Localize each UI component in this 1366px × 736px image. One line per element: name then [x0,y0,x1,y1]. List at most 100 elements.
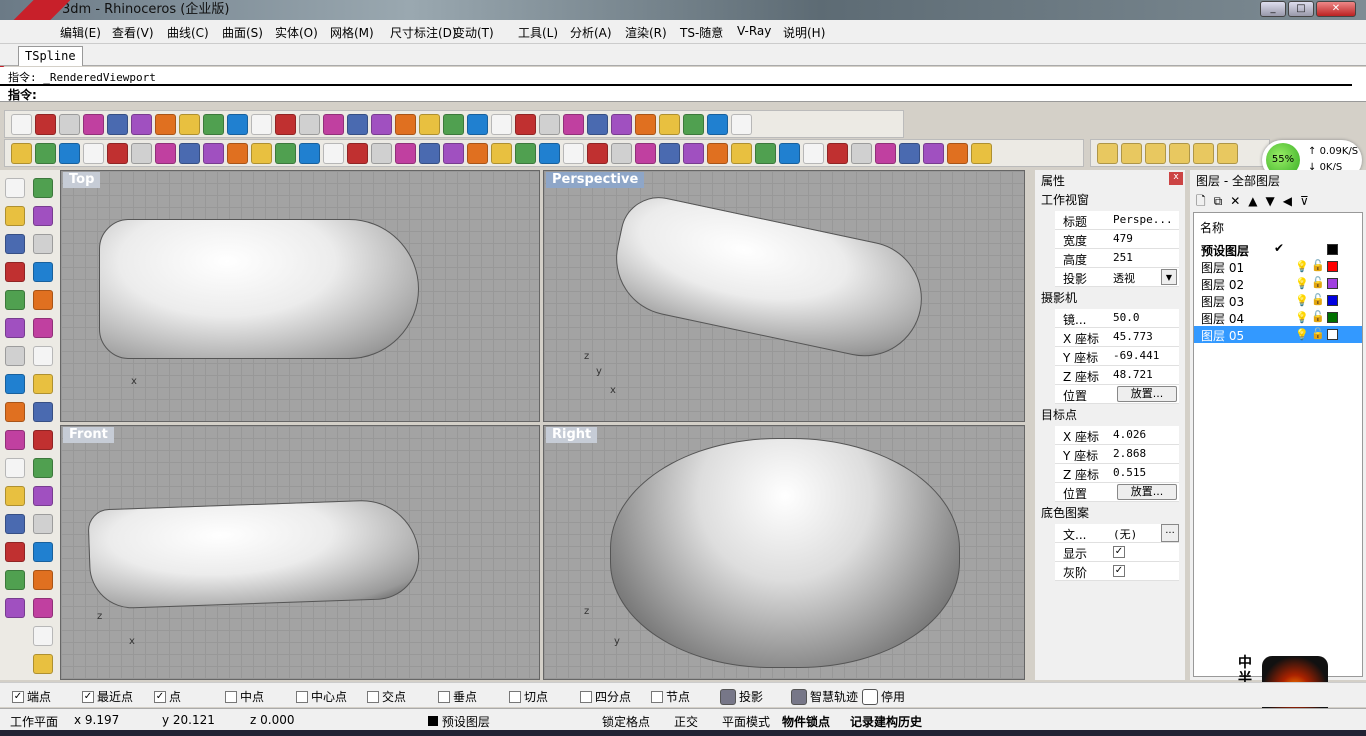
tag-m-icon[interactable] [1097,142,1118,164]
tsp-21-icon[interactable] [563,142,584,164]
tsp-32-icon[interactable] [827,142,848,164]
tool-6-icon[interactable] [33,234,53,254]
property-value[interactable]: 50.0 [1113,311,1140,324]
property-value[interactable]: Perspe... [1113,213,1173,226]
move-up-icon[interactable]: ✕ [1230,194,1248,208]
checkbox[interactable] [509,690,521,703]
property-value[interactable]: (无) [1113,526,1137,542]
tool-30-icon[interactable] [33,570,53,590]
tool-7-icon[interactable] [5,262,25,282]
zoom-window-icon[interactable] [299,113,320,135]
osnap-2[interactable]: ✓ 最近点 [82,688,133,705]
osnap-5[interactable]: 中心点 [296,688,347,705]
minimize-button[interactable]: _ [1260,1,1286,17]
layer-row[interactable]: 图层 04 💡 🔓 [1194,309,1362,326]
planar-toggle[interactable]: 平面模式 [722,713,770,730]
car-icon[interactable] [419,113,440,135]
property-value[interactable]: 45.773 [1113,330,1153,343]
place-button[interactable]: 放置... [1117,386,1177,402]
column-header-name[interactable]: 名称 [1200,219,1224,236]
property-value[interactable]: -69.441 [1113,349,1159,362]
tool-22-icon[interactable] [33,458,53,478]
tsp-box-icon[interactable] [11,142,32,164]
shade-icon[interactable] [539,113,560,135]
snap-icon[interactable] [707,113,728,135]
tool-27-icon[interactable] [5,542,25,562]
layer-row[interactable]: 预设图层 ✔ [1194,241,1362,258]
tsp-33-icon[interactable] [851,142,872,164]
menu-item[interactable]: 工具(L) [518,24,558,41]
viewport-label[interactable]: Perspective [546,172,645,188]
tag-f-icon[interactable] [1145,142,1166,164]
menu-item[interactable]: 网格(M) [330,24,374,41]
property-value[interactable]: 2.868 [1113,447,1146,460]
checkbox[interactable]: ✓ [1113,565,1125,577]
tsp-28-icon[interactable] [731,142,752,164]
tool-10-icon[interactable] [33,290,53,310]
menu-item[interactable]: V-Ray [737,24,771,38]
tsp-27-icon[interactable] [707,142,728,164]
layer-name[interactable]: 图层 02 [1201,276,1244,293]
menu-item[interactable]: 渲染(R) [625,24,667,41]
layer-color-swatch[interactable] [1327,295,1338,306]
tag-o-icon[interactable] [1121,142,1142,164]
checkbox[interactable] [225,690,237,703]
checkbox[interactable]: ✓ [12,690,24,703]
layer-name[interactable]: 预设图层 [1201,242,1249,259]
menu-item[interactable]: 查看(V) [112,24,154,41]
tsp-15-icon[interactable] [419,142,440,164]
new-layer-icon[interactable]: � [1196,194,1214,208]
tsp-8-icon[interactable] [251,142,272,164]
tool-14-icon[interactable] [33,346,53,366]
osnap-9[interactable]: 四分点 [580,688,631,705]
envelope-icon[interactable] [1217,142,1238,164]
sphere-half-icon[interactable] [587,113,608,135]
current-layer[interactable]: 预设图层 [428,713,490,730]
viewport-label[interactable]: Front [63,427,114,443]
move-icon[interactable] [251,113,272,135]
tsp-11-icon[interactable] [323,142,344,164]
tool-19-icon[interactable] [5,430,25,450]
filter-icon[interactable]: ◀ [1283,194,1300,208]
property-value[interactable]: 479 [1113,232,1133,245]
checkbox[interactable] [651,690,663,703]
checkbox[interactable]: ✓ [154,690,166,703]
tsp-10-icon[interactable] [299,142,320,164]
tool-11-icon[interactable] [5,318,25,338]
delete-icon[interactable]: ⧉ [1214,194,1231,208]
light-bulb-icon[interactable]: 💡 [1295,328,1309,341]
property-value[interactable]: 48.721 [1113,368,1153,381]
unlock-icon[interactable]: 🔓 [1311,327,1325,340]
tsp-38-icon[interactable] [971,142,992,164]
property-value[interactable]: 透视 [1113,270,1135,286]
menu-item[interactable]: 实体(O) [275,24,318,41]
property-value[interactable]: 4.026 [1113,428,1146,441]
tsp-31-icon[interactable] [803,142,824,164]
tool-20-icon[interactable] [33,430,53,450]
print-icon[interactable] [83,113,104,135]
zoom-extents-icon[interactable] [323,113,344,135]
tsp-22-icon[interactable] [587,142,608,164]
tsp-5-icon[interactable] [179,142,200,164]
lock-icon[interactable] [515,113,536,135]
history-toggle[interactable]: 记录建构历史 [850,713,922,730]
four-viewports-icon[interactable] [395,113,416,135]
layer-name[interactable]: 图层 03 [1201,293,1244,310]
tool-28-icon[interactable] [33,542,53,562]
layer-row[interactable]: 图层 01 💡 🔓 [1194,258,1362,275]
viewport-label[interactable]: Right [546,427,598,443]
viewport-top[interactable]: Top x [60,170,540,422]
layer-color-swatch[interactable] [1327,244,1338,255]
light-bulb-icon[interactable]: 💡 [1295,260,1309,273]
command-input[interactable]: 指令: [0,84,1352,102]
tsp-2-icon[interactable] [107,142,128,164]
help-icon[interactable] [731,113,752,135]
tsp-36-icon[interactable] [923,142,944,164]
menu-item[interactable]: 编辑(E) [60,24,101,41]
tool-13-icon[interactable] [5,346,25,366]
unlock-icon[interactable]: 🔓 [1311,259,1325,272]
tool-26-icon[interactable] [33,514,53,534]
menu-item[interactable]: 曲线(C) [167,24,209,41]
layer-name[interactable]: 图层 01 [1201,259,1244,276]
cplane-label[interactable]: 工作平面 [10,713,58,730]
